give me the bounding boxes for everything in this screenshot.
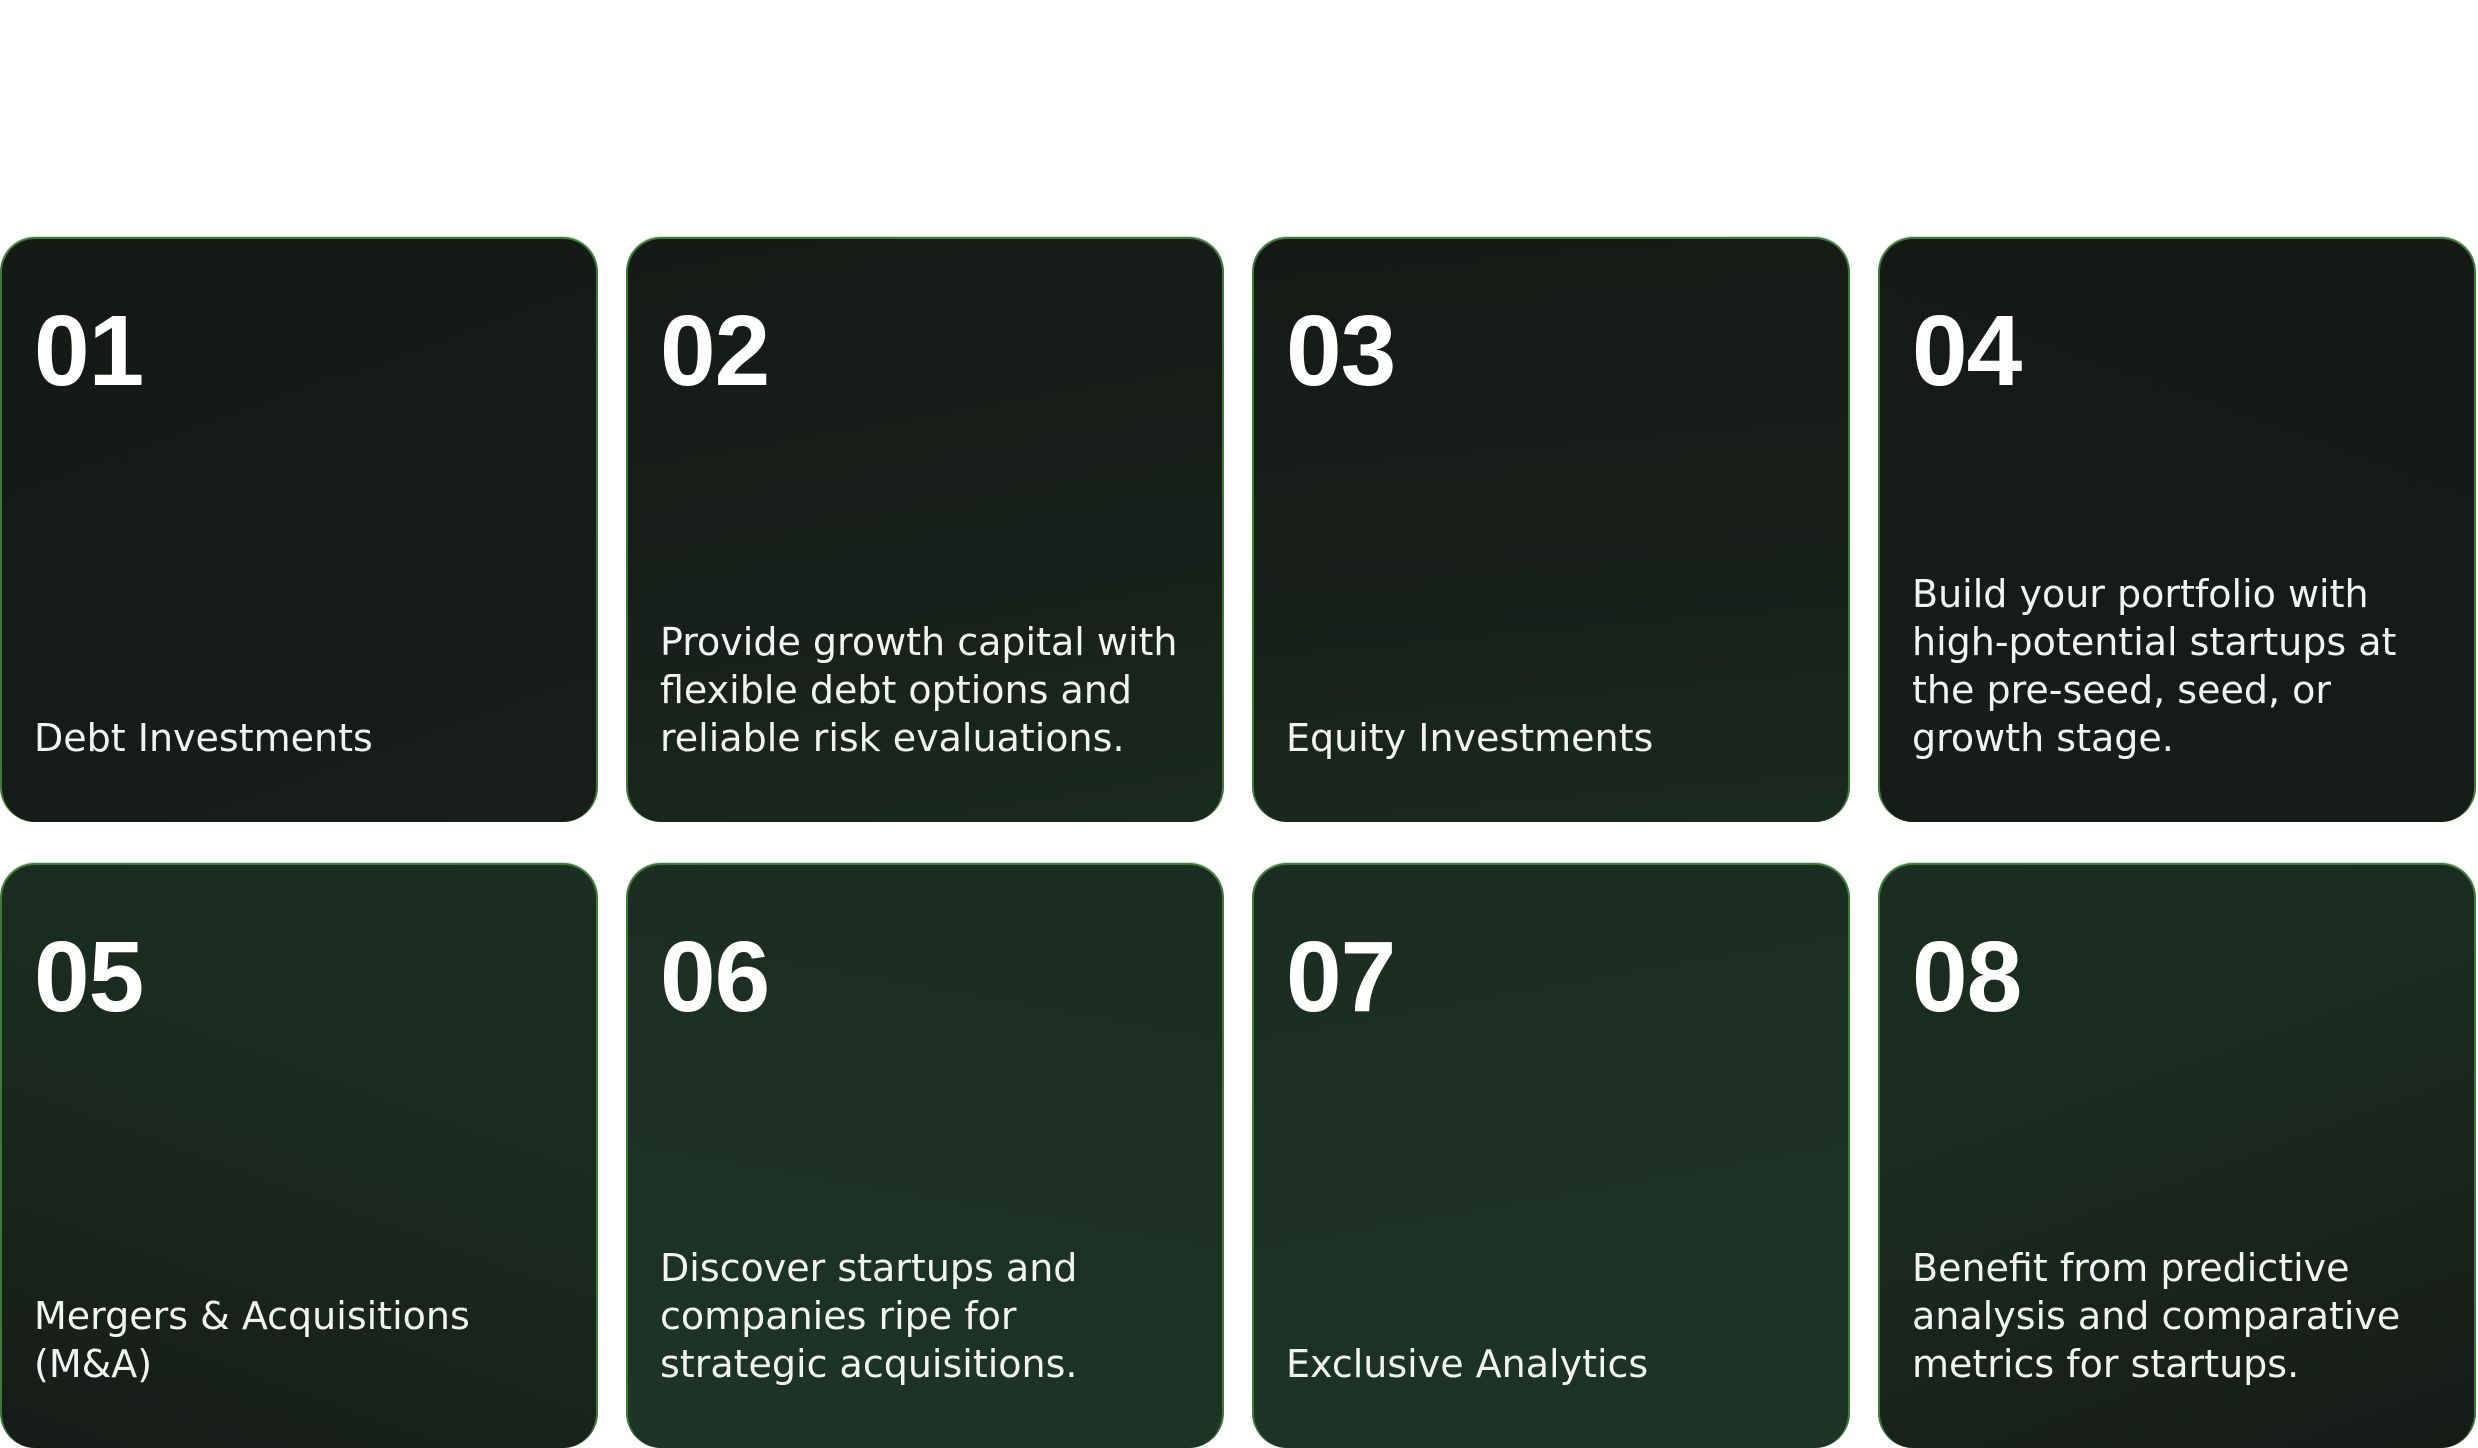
card-description: Discover startups and companies ripe for… [660, 1246, 1078, 1386]
card-title: Exclusive Analytics [1286, 1342, 1649, 1386]
card-title: Mergers & Acquisitions (M&A) [34, 1294, 470, 1386]
card-title: Debt Investments [34, 716, 373, 760]
service-card-mergers-acquisitions[interactable]: 05 Mergers & Acquisitions (M&A) [0, 863, 598, 1448]
card-number: 04 [1912, 295, 2022, 407]
card-number: 03 [1286, 295, 1396, 407]
card-number: 02 [660, 295, 770, 407]
card-number: 08 [1912, 921, 2022, 1033]
card-number: 07 [1286, 921, 1396, 1033]
card-number: 06 [660, 921, 770, 1033]
services-grid: 01 Debt Investments 02 Provide growth ca… [0, 237, 2478, 1448]
card-title: Equity Investments [1286, 716, 1654, 760]
card-number: 01 [34, 295, 144, 407]
card-description: Provide growth capital with flexible deb… [660, 620, 1178, 760]
service-card-debt-investments[interactable]: 01 Debt Investments [0, 237, 598, 822]
card-description: Build your portfolio with high-potential… [1912, 572, 2397, 760]
card-number: 05 [34, 921, 144, 1033]
service-card-ma-description[interactable]: 06 Discover startups and companies ripe … [626, 863, 1224, 1448]
service-card-debt-description[interactable]: 02 Provide growth capital with flexible … [626, 237, 1224, 822]
service-card-equity-investments[interactable]: 03 Equity Investments [1252, 237, 1850, 822]
service-card-exclusive-analytics[interactable]: 07 Exclusive Analytics [1252, 863, 1850, 1448]
service-card-analytics-description[interactable]: 08 Benefit from predictive analysis and … [1878, 863, 2476, 1448]
service-card-equity-description[interactable]: 04 Build your portfolio with high-potent… [1878, 237, 2476, 822]
card-description: Benefit from predictive analysis and com… [1912, 1246, 2401, 1386]
